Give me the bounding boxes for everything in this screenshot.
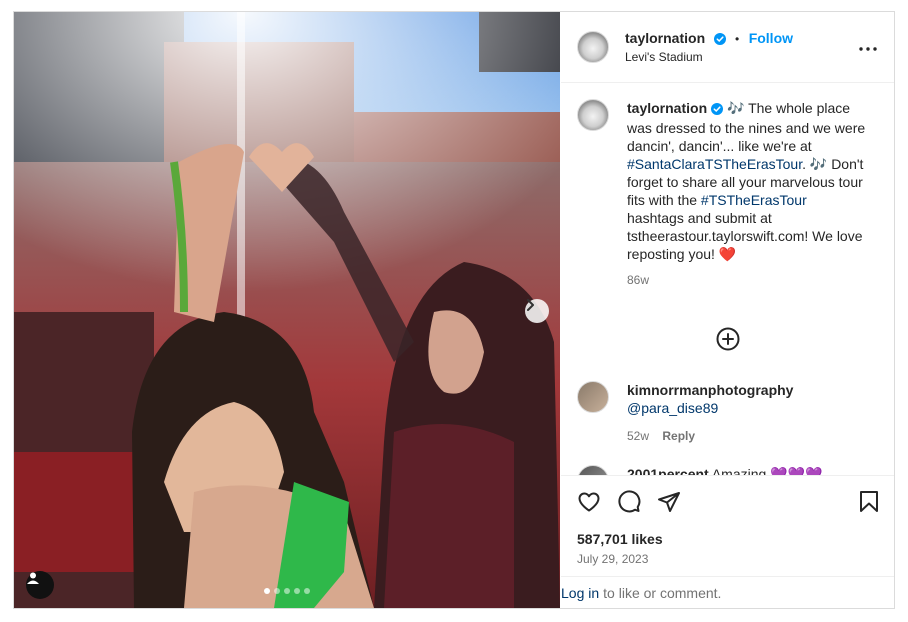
account-username[interactable]: taylornation <box>625 30 705 46</box>
like-button[interactable] <box>577 490 601 519</box>
separator-dot: • <box>735 32 740 46</box>
paper-plane-icon <box>658 492 680 512</box>
tagged-users-button[interactable] <box>26 571 54 599</box>
comment-item: 2001percent Amazing 💜💜💜 <box>627 465 887 475</box>
comment-username[interactable]: kimnorrmanphotography <box>627 381 867 399</box>
comment-button[interactable] <box>617 490 641 519</box>
save-button[interactable] <box>859 490 879 519</box>
carousel-dot <box>274 588 280 594</box>
caption-age[interactable]: 86w <box>627 271 867 289</box>
carousel-indicator <box>264 588 310 594</box>
likes-count[interactable]: 587,701 likes <box>577 531 663 547</box>
chevron-right-icon <box>527 299 534 311</box>
load-more-comments-button[interactable] <box>716 327 740 356</box>
login-link[interactable]: Log in <box>561 585 599 601</box>
post-caption: taylornation 🎶 The whole place was dress… <box>627 99 867 289</box>
post-photo[interactable] <box>14 12 560 608</box>
bookmark-icon <box>860 491 878 512</box>
verified-badge-icon <box>711 101 724 119</box>
next-photo-button[interactable] <box>525 299 549 323</box>
post-header: taylornation • Follow Levi's Stadium <box>561 12 894 83</box>
post-side-panel: taylornation • Follow Levi's Stadium tay… <box>561 12 894 608</box>
carousel-dot <box>294 588 300 594</box>
commenter-avatar[interactable] <box>577 465 609 475</box>
commenter-avatar[interactable] <box>577 381 609 413</box>
login-prompt: Log in to like or comment. <box>561 576 894 608</box>
post-location[interactable]: Levi's Stadium <box>625 50 703 64</box>
hashtag-link[interactable]: #SantaClaraTSTheErasTour <box>627 156 802 172</box>
carousel-dot <box>284 588 290 594</box>
comment-age[interactable]: 52w <box>627 429 649 443</box>
comment-text: Amazing 💜💜💜 <box>711 466 823 475</box>
verified-badge-icon <box>713 32 726 50</box>
post-actions: 587,701 likes July 29, 2023 Log in to li… <box>561 475 894 608</box>
comment-username[interactable]: 2001percent <box>627 466 709 475</box>
instagram-post: taylornation • Follow Levi's Stadium tay… <box>13 11 895 609</box>
post-date[interactable]: July 29, 2023 <box>577 552 648 566</box>
comment-item: kimnorrmanphotography @para_dise89 52w R… <box>627 381 867 445</box>
more-horizontal-icon <box>859 47 877 51</box>
account-avatar[interactable] <box>577 31 609 63</box>
concert-photo-illustration <box>14 12 560 608</box>
hashtag-link[interactable]: #TSTheErasTour <box>701 192 807 208</box>
caption-avatar[interactable] <box>577 99 609 131</box>
comment-meta: 52w Reply <box>627 427 867 445</box>
comment-icon <box>618 490 641 513</box>
follow-button[interactable]: Follow <box>749 30 793 46</box>
share-button[interactable] <box>657 490 681 519</box>
caption-text-part: hashtags and submit at tstheerastour.tay… <box>627 210 863 262</box>
reply-button[interactable]: Reply <box>662 429 695 443</box>
user-tag-icon <box>27 572 39 584</box>
comments-section[interactable]: taylornation 🎶 The whole place was dress… <box>561 83 894 475</box>
plus-circle-icon <box>716 327 740 351</box>
more-options-button[interactable] <box>859 38 877 56</box>
login-prompt-text: to like or comment. <box>603 585 722 601</box>
carousel-dot <box>304 588 310 594</box>
heart-icon <box>578 492 600 512</box>
carousel-dot <box>264 588 270 594</box>
caption-username[interactable]: taylornation <box>627 100 707 116</box>
comment-text[interactable]: @para_dise89 <box>627 399 867 417</box>
